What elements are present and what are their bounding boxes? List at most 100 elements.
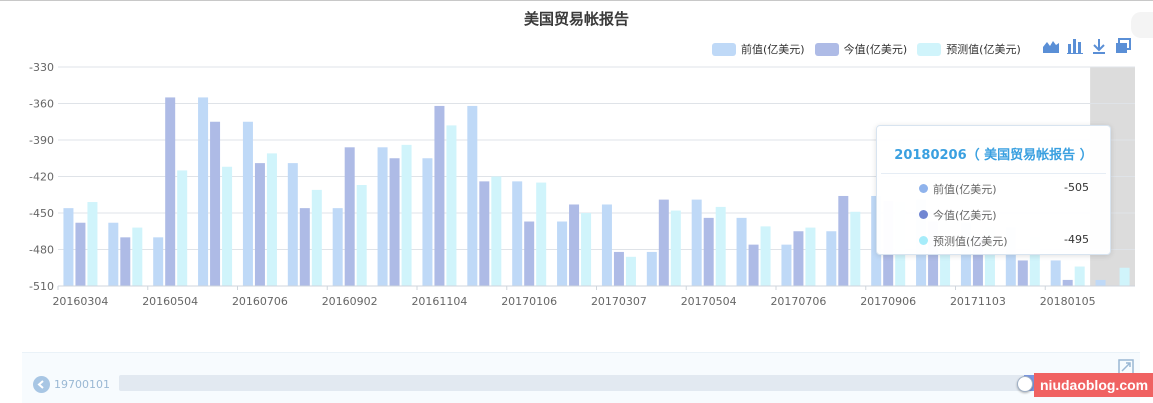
bar-prev [736, 217, 747, 286]
bar-prev [63, 208, 74, 286]
tooltip-value-prev: -505 [1064, 181, 1089, 194]
x-tick-label: 20160504 [142, 295, 198, 308]
bar-prev [1050, 260, 1061, 286]
legend-label-actual: 今值(亿美元) [843, 43, 908, 56]
bar-prev [467, 105, 478, 286]
bar-forecast [1119, 267, 1130, 286]
bar-forecast [850, 211, 861, 286]
legend: 前值(亿美元) 今值(亿美元) 预测值(亿美元) [712, 40, 1031, 58]
bar-actual [299, 208, 310, 286]
bar-actual [1017, 260, 1028, 286]
tooltip: 20180206（ 美国贸易帐报告 ） 前值(亿美元) -505 今值(亿美元)… [876, 125, 1111, 255]
datazoom-handle-start[interactable] [1017, 376, 1033, 392]
bar-forecast [760, 226, 771, 286]
x-tick-label: 20170706 [770, 295, 826, 308]
bar-prev [108, 222, 119, 286]
bar-actual [703, 217, 714, 286]
tooltip-dot-actual [919, 210, 928, 219]
x-tick-label: 20160706 [232, 295, 288, 308]
tooltip-label-prev: 前值(亿美元) [933, 183, 997, 196]
bar-actual [748, 244, 759, 286]
bar-forecast [222, 166, 233, 286]
legend-swatch-forecast [917, 42, 942, 56]
bar-forecast [536, 182, 547, 286]
bar-actual [254, 163, 265, 286]
bar-prev [1095, 279, 1106, 286]
bar-actual [210, 121, 221, 286]
bar-prev [422, 158, 433, 286]
restore-icon[interactable] [1114, 37, 1132, 55]
tooltip-row-prev: 前值(亿美元) -505 [877, 181, 1110, 197]
tooltip-value-forecast: -495 [1064, 233, 1089, 246]
bar-forecast [177, 170, 188, 286]
bar-forecast [625, 256, 636, 286]
bar-actual [344, 147, 355, 286]
bar-actual [793, 231, 804, 286]
bar-prev [287, 163, 298, 286]
bar-actual [838, 195, 849, 286]
bar-actual [75, 222, 86, 286]
tooltip-label-forecast: 预测值(亿美元) [933, 235, 1008, 248]
bar-forecast [491, 176, 502, 286]
bar-forecast [670, 210, 681, 286]
x-tick-label: 20160902 [322, 295, 378, 308]
tooltip-row-actual: 今值(亿美元) [877, 207, 1110, 223]
legend-swatch-prev [712, 42, 736, 56]
tooltip-title: 20180206（ 美国贸易帐报告 ） [894, 148, 1093, 163]
x-tick-label: 20170906 [860, 295, 916, 308]
tooltip-dot-prev [919, 184, 928, 193]
bar-prev [781, 244, 792, 286]
tooltip-label-actual: 今值(亿美元) [933, 209, 997, 222]
bar-prev [512, 181, 523, 286]
bar-actual [613, 251, 624, 286]
x-tick-label: 20171103 [950, 295, 1006, 308]
x-tick-label: 20160304 [52, 295, 108, 308]
chevron-left-icon[interactable] [33, 376, 50, 393]
y-tick-label: -360 [29, 98, 54, 111]
bar-forecast [1074, 266, 1085, 286]
datazoom: 19700101 [22, 352, 1140, 403]
bar-prev [153, 237, 164, 286]
legend-swatch-actual [814, 42, 839, 56]
bar-actual [1062, 279, 1073, 286]
legend-item-actual[interactable]: 今值(亿美元) [814, 41, 908, 57]
tooltip-dot-forecast [919, 236, 928, 245]
y-tick-label: -420 [29, 171, 54, 184]
bar-forecast [311, 189, 322, 286]
y-tick-label: -510 [29, 280, 54, 293]
bar-prev [646, 251, 657, 286]
y-tick-label: -450 [29, 207, 54, 220]
bar-prev [242, 121, 253, 286]
bar-prev [557, 221, 568, 286]
bar-chart-icon[interactable] [1066, 37, 1084, 55]
legend-label-prev: 前值(亿美元) [741, 43, 805, 56]
tooltip-row-forecast: 预测值(亿美元) -495 [877, 233, 1110, 249]
datazoom-track[interactable] [119, 375, 1119, 392]
bar-actual [389, 158, 400, 286]
bar-actual [434, 105, 445, 286]
bar-forecast [132, 227, 143, 286]
download-icon[interactable] [1090, 37, 1108, 55]
bar-actual [569, 204, 580, 286]
bar-prev [198, 97, 209, 287]
y-tick-label: -330 [29, 61, 54, 74]
x-tick-label: 20170504 [681, 295, 737, 308]
bar-actual [524, 221, 535, 286]
watermark: niudaoblog.com [1034, 373, 1153, 397]
x-tick-label: 20161104 [411, 295, 467, 308]
bar-actual [165, 97, 176, 287]
bar-forecast [87, 202, 98, 286]
bar-forecast [266, 153, 277, 286]
area-chart-icon[interactable] [1042, 37, 1060, 55]
legend-item-prev[interactable]: 前值(亿美元) [712, 41, 805, 57]
legend-item-forecast[interactable]: 预测值(亿美元) [917, 41, 1021, 57]
x-tick-label: 20170106 [501, 295, 557, 308]
toolbox [1042, 37, 1132, 55]
bar-prev [826, 231, 837, 286]
y-tick-label: -390 [29, 134, 54, 147]
bar-actual [658, 199, 669, 286]
bar-forecast [446, 125, 457, 287]
bar-forecast [356, 185, 367, 286]
bar-actual [479, 181, 490, 286]
bar-forecast [581, 213, 592, 286]
